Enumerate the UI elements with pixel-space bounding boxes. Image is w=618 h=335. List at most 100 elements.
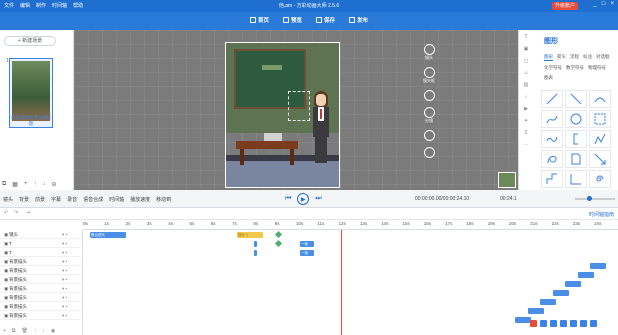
track-toggle-icon[interactable]: ▾ • — [62, 257, 67, 266]
image-icon[interactable]: ▣ — [524, 46, 529, 52]
track-toggle-icon[interactable]: ▾ • — [62, 248, 67, 257]
formula-icon[interactable]: Σ — [524, 130, 527, 136]
maximize-icon[interactable]: □ — [602, 1, 606, 7]
shape-zigzag[interactable] — [589, 130, 611, 148]
time-ruler[interactable]: 0s 1s 2s 3s 4s 5s 6s 7s 8s 9s 10s 11s 12s 13s 14s 15s 16… — [83, 220, 618, 230]
shape-doc[interactable] — [565, 150, 587, 168]
bg-bar[interactable] — [515, 317, 531, 323]
move-to-button[interactable]: 移动到 — [156, 196, 171, 203]
tab-arrows[interactable]: 箭头 — [557, 54, 566, 61]
track-row[interactable]: ▣T ▾ • — [0, 248, 83, 257]
track-toggle-icon[interactable]: ▾ • — [62, 230, 67, 239]
shape-bracket[interactable] — [565, 130, 587, 148]
video-icon[interactable]: ▶ — [524, 106, 528, 112]
close-icon[interactable]: × — [610, 1, 614, 7]
record-button[interactable]: 录音 — [67, 196, 77, 203]
tab-dialogs[interactable]: 对话框 — [596, 54, 610, 61]
camera-button[interactable]: 镜头 — [3, 196, 13, 203]
bg-bar[interactable] — [553, 290, 569, 296]
up-icon[interactable]: ↑ — [34, 328, 37, 334]
track-row[interactable]: ▣背景描头 ▾ • — [0, 311, 83, 320]
camera-tool[interactable]: 镜头 — [423, 44, 435, 61]
track-toggle-icon[interactable]: ▾ • — [62, 239, 67, 248]
add-track-icon[interactable]: + — [3, 328, 6, 334]
new-scene-button[interactable]: + 新建场景 — [4, 36, 56, 46]
home-button[interactable]: 首页 — [250, 16, 269, 24]
chart-icon[interactable]: ▥ — [524, 82, 529, 88]
track-toggle-icon[interactable]: ▾ • — [62, 293, 67, 302]
books[interactable] — [264, 133, 282, 141]
effect-tool[interactable] — [423, 147, 435, 158]
speed-button[interactable]: 播放速度 — [130, 196, 150, 203]
ime-icon[interactable] — [530, 320, 537, 327]
bg-bar[interactable] — [540, 299, 556, 305]
tab-callouts[interactable]: 标注 — [583, 54, 592, 61]
bg-bar[interactable] — [528, 308, 544, 314]
save-button[interactable]: 保存 — [316, 16, 335, 24]
foreground-button[interactable]: 前景 — [35, 196, 45, 203]
selected-bar[interactable]: 描头 1 — [237, 232, 263, 238]
track-row[interactable]: ▣镜头 ▾ • — [0, 230, 83, 239]
publish-button[interactable]: 发布 — [349, 16, 368, 24]
eye-icon[interactable]: ◉ — [51, 328, 55, 334]
shape-step[interactable] — [541, 170, 563, 188]
text-bar[interactable]: 一渐 — [300, 250, 314, 256]
more-icon[interactable]: ⋯ — [524, 142, 529, 148]
text-bar[interactable] — [254, 250, 257, 256]
text-icon[interactable]: T — [524, 34, 527, 40]
undo-icon[interactable]: ↶ — [4, 210, 8, 216]
shape-corner[interactable] — [565, 170, 587, 188]
upgrade-button[interactable]: 升级账户 — [551, 2, 578, 10]
text-bar[interactable]: 一渐 — [300, 241, 314, 247]
scene-caption[interactable]: 点击添加场景分组标题 — [10, 115, 52, 127]
music-icon[interactable]: ♪ — [525, 94, 528, 100]
copy-icon[interactable]: ⧉ — [12, 328, 16, 334]
effect-icon[interactable]: ✦ — [524, 118, 528, 124]
track-row[interactable]: ▣背景描头 ▾ • — [0, 266, 83, 275]
tab-shapes[interactable]: 图形 — [544, 54, 553, 61]
track-toggle-icon[interactable]: ▾ • — [62, 275, 67, 284]
track-toggle-icon[interactable]: ▾ • — [62, 284, 67, 293]
mini-preview[interactable] — [498, 172, 516, 188]
bg-bar[interactable] — [565, 281, 581, 287]
keyframe-diamond[interactable] — [274, 239, 283, 248]
copy-scene-icon[interactable]: ⧉ — [2, 181, 6, 188]
split-icon[interactable]: ⇥ — [26, 210, 30, 216]
selection-box[interactable] — [288, 91, 310, 121]
timer-tool[interactable] — [423, 90, 435, 101]
playhead[interactable] — [341, 230, 342, 335]
grid-icon[interactable] — [590, 320, 597, 327]
background-button[interactable]: 背景 — [19, 196, 29, 203]
timeline-zoom-slider[interactable] — [575, 196, 615, 201]
tab-flow[interactable]: 流程 — [570, 54, 579, 61]
minimize-icon[interactable]: _ — [594, 1, 597, 7]
subtitle-button[interactable]: 字幕 — [51, 196, 61, 203]
canvas-area[interactable]: 镜头 镜头框 分镜 — [74, 30, 518, 220]
next-frame-icon[interactable]: ⏭ — [315, 195, 321, 203]
keyframe-diamond[interactable] — [274, 230, 283, 239]
tab-charts[interactable]: 图表 — [544, 75, 553, 81]
keyboard-icon[interactable] — [570, 320, 577, 327]
tab-physics[interactable]: 物理符号 — [588, 65, 606, 71]
bg-bar[interactable] — [578, 272, 594, 278]
track-toggle-icon[interactable]: ▾ • — [62, 302, 67, 311]
text-bar[interactable] — [254, 241, 257, 247]
zoom-value[interactable]: 00:24.1 — [500, 196, 517, 202]
down-icon[interactable]: ↓ — [42, 328, 45, 334]
bg-bar[interactable] — [590, 263, 606, 269]
teacher-character[interactable] — [310, 91, 332, 163]
shape-arc[interactable] — [589, 90, 611, 108]
scene-thumbnail[interactable]: 点击添加场景分组标题 — [9, 58, 53, 128]
emoji-icon[interactable] — [550, 320, 557, 327]
shape-arrow-line[interactable] — [589, 150, 611, 168]
desk[interactable] — [236, 141, 298, 149]
track-row[interactable]: ▣背景描头 ▾ • — [0, 257, 83, 266]
preview-button[interactable]: 预览 — [283, 16, 302, 24]
camera-bar[interactable]: 默认镜头 — [90, 232, 126, 238]
track-row[interactable]: ▣T ▾ • — [0, 239, 83, 248]
lang-icon[interactable] — [540, 320, 547, 327]
tab-chem[interactable]: 化学符号 — [544, 65, 562, 71]
delete-icon[interactable]: ⊖ — [51, 181, 56, 188]
move-down-icon[interactable]: ↓ — [42, 181, 45, 188]
shape-icon[interactable]: ◻ — [524, 58, 528, 64]
